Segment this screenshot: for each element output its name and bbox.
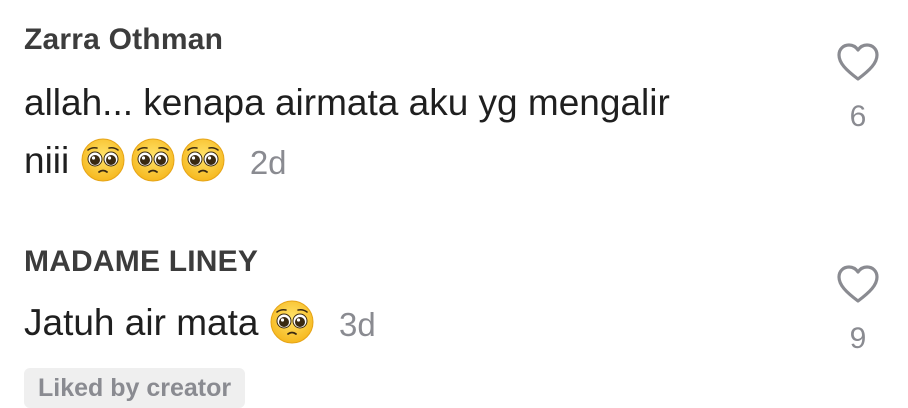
- pleading-face-icon: [269, 299, 315, 345]
- heart-outline-icon[interactable]: [836, 42, 880, 82]
- comment-item: MADAME LINEY Jatuh air mata 3d Liked by …: [24, 244, 884, 408]
- comment-username[interactable]: MADAME LINEY: [24, 244, 258, 280]
- comment-text: allah... kenapa airmata aku yg mengalir …: [24, 74, 784, 192]
- pleading-face-icon: [80, 137, 126, 183]
- liked-by-creator-badge: Liked by creator: [24, 368, 246, 408]
- comment-timestamp: 3d: [339, 306, 376, 344]
- comment-text-line: allah... kenapa airmata aku yg mengalir: [24, 82, 670, 123]
- comment-text-line: niii 2d: [24, 132, 784, 192]
- like-button[interactable]: 9: [832, 264, 884, 356]
- like-count: 6: [849, 100, 867, 133]
- comment-text-line: Jatuh air mata 3d: [24, 294, 784, 354]
- like-button[interactable]: 6: [832, 42, 884, 134]
- comment-text: Jatuh air mata 3d: [24, 294, 784, 354]
- comment-text-fragment: Jatuh air mata: [24, 302, 259, 343]
- comment-username[interactable]: Zarra Othman: [24, 22, 223, 58]
- comment-text-fragment: niii: [24, 140, 70, 181]
- heart-outline-icon[interactable]: [836, 264, 880, 304]
- pleading-face-icon: [130, 137, 176, 183]
- like-count: 9: [849, 322, 867, 355]
- comment-item: Zarra Othman allah... kenapa airmata aku…: [24, 22, 884, 192]
- pleading-face-icon: [180, 137, 226, 183]
- comment-timestamp: 2d: [249, 144, 287, 182]
